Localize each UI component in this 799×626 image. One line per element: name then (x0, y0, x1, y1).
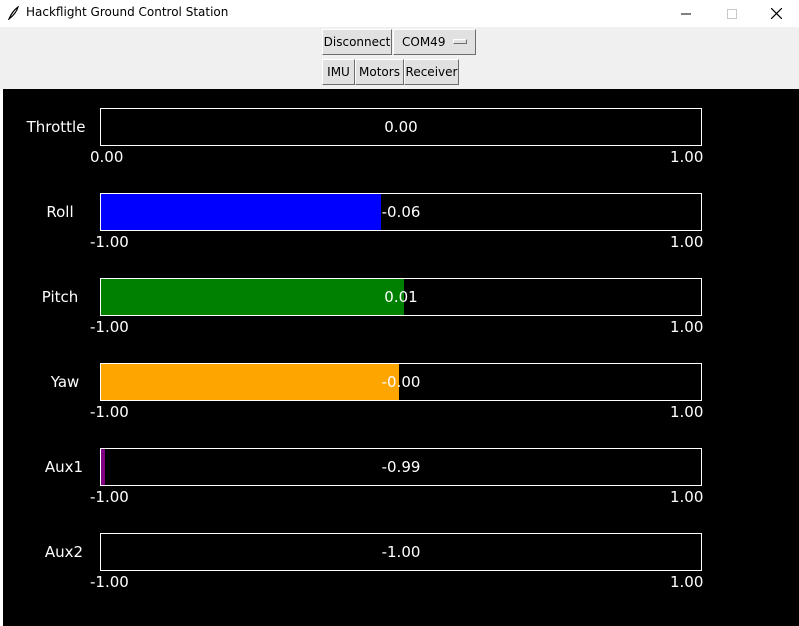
channel-bar: -0.06 (100, 193, 702, 231)
window-title: Hackflight Ground Control Station (26, 5, 229, 19)
receiver-panel: Throttle 0.00 0.00 1.00 Roll -0.06 -1.00… (3, 89, 799, 626)
channel-value: -0.99 (381, 458, 421, 476)
channel-label: Roll (46, 203, 74, 221)
scale-max-label: 1.00 (670, 148, 704, 166)
channel-label: Aux1 (44, 458, 84, 476)
channel-label: Throttle (26, 118, 86, 136)
channel-bar: 0.00 (100, 108, 702, 146)
minimize-button[interactable] (663, 0, 709, 27)
title-bar: Hackflight Ground Control Station (0, 0, 799, 27)
feather-icon (7, 6, 19, 20)
channel-label: Yaw (50, 373, 80, 391)
scale-min-label: -1.00 (90, 573, 129, 591)
maximize-button[interactable] (709, 0, 755, 27)
scale-max-label: 1.00 (670, 403, 704, 421)
tab-imu[interactable]: IMU (322, 59, 355, 85)
scale-min-label: -1.00 (90, 318, 129, 336)
scale-min-label: 0.00 (90, 148, 124, 166)
tab-motors[interactable]: Motors (355, 59, 404, 85)
channel-value: -0.06 (381, 203, 421, 221)
scale-max-label: 1.00 (670, 233, 704, 251)
maximize-icon (727, 8, 737, 19)
close-button[interactable] (753, 0, 799, 27)
port-select-value: COM49 (402, 35, 446, 49)
scale-max-label: 1.00 (670, 488, 704, 506)
channel-bar: -1.00 (100, 533, 702, 571)
channel-bar: 0.01 (100, 278, 702, 316)
port-select[interactable]: COM49 (393, 29, 476, 55)
scale-max-label: 1.00 (670, 318, 704, 336)
channel-bar: -0.99 (100, 448, 702, 486)
scale-min-label: -1.00 (90, 488, 129, 506)
scale-max-label: 1.00 (670, 573, 704, 591)
minimize-icon (681, 13, 691, 14)
channel-label: Pitch (41, 288, 79, 306)
channel-label: Aux2 (44, 543, 84, 561)
dropdown-indicator-icon (453, 39, 467, 44)
close-icon (770, 8, 782, 19)
tab-receiver[interactable]: Receiver (404, 59, 459, 85)
scale-min-label: -1.00 (90, 233, 129, 251)
channel-value: 0.00 (384, 118, 418, 136)
channel-value: 0.01 (384, 288, 418, 306)
toolbar: Disconnect COM49 IMU Motors Receiver (0, 27, 799, 89)
channel-bar: -0.00 (100, 363, 702, 401)
channel-value: -1.00 (381, 543, 421, 561)
disconnect-button[interactable]: Disconnect (322, 29, 392, 55)
channel-value: -0.00 (381, 373, 421, 391)
scale-min-label: -1.00 (90, 403, 129, 421)
